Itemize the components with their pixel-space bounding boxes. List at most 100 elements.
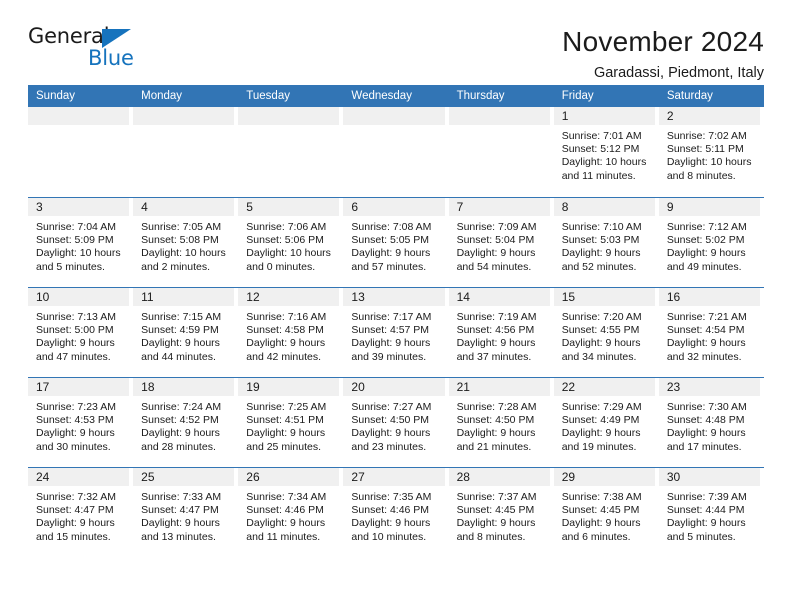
daylight-text: Daylight: 9 hours and 49 minutes. bbox=[666, 247, 746, 273]
day-details: Sunrise: 7:33 AM Sunset: 4:47 PM Daylight:… bbox=[133, 486, 234, 544]
day-cell-empty bbox=[133, 107, 238, 197]
day-details: Sunrise: 7:15 AM Sunset: 4:59 PM Daylight:… bbox=[133, 306, 234, 364]
week-row: 17 Sunrise: 7:23 AM Sunset: 4:53 PM Dayligh… bbox=[28, 377, 764, 467]
daylight-text: Daylight: 9 hours and 15 minutes. bbox=[36, 517, 115, 543]
sunrise-text: Sunrise: 7:20 AM bbox=[561, 311, 642, 323]
day-details: Sunrise: 7:01 AM Sunset: 5:12 PM Daylight:… bbox=[554, 125, 655, 183]
week-row: 24 Sunrise: 7:32 AM Sunset: 4:47 PM Dayligh… bbox=[28, 467, 764, 557]
day-cell-empty bbox=[448, 107, 554, 197]
daylight-text: Daylight: 9 hours and 5 minutes. bbox=[666, 517, 746, 543]
day-number: 23 bbox=[658, 378, 760, 396]
day-cell[interactable]: 1 Sunrise: 7:01 AM Sunset: 5:12 PM Daylight… bbox=[553, 107, 659, 197]
sunset-text: Sunset: 4:45 PM bbox=[561, 504, 640, 517]
day-number: 16 bbox=[658, 288, 760, 306]
week-row: 3 Sunrise: 7:04 AM Sunset: 5:09 PM Daylight… bbox=[28, 197, 764, 287]
sunrise-text: Sunrise: 7:09 AM bbox=[456, 221, 537, 233]
day-cell[interactable]: 2 Sunrise: 7:02 AM Sunset: 5:11 PM Daylight… bbox=[658, 107, 764, 197]
day-cell[interactable]: 22 Sunrise: 7:29 AM Sunset: 4:49 PM Dayligh… bbox=[553, 378, 659, 467]
daylight-text: Daylight: 10 hours and 11 minutes. bbox=[561, 156, 647, 182]
daylight-text: Daylight: 9 hours and 8 minutes. bbox=[456, 517, 536, 543]
sunrise-text: Sunrise: 7:13 AM bbox=[36, 311, 116, 323]
day-cell[interactable]: 9 Sunrise: 7:12 AM Sunset: 5:02 PM Daylight… bbox=[658, 198, 764, 287]
day-cell[interactable]: 13 Sunrise: 7:17 AM Sunset: 4:57 PM Dayligh… bbox=[343, 288, 448, 377]
day-cell[interactable]: 20 Sunrise: 7:27 AM Sunset: 4:50 PM Dayligh… bbox=[343, 378, 448, 467]
day-cell[interactable]: 10 Sunrise: 7:13 AM Sunset: 5:00 PM Dayligh… bbox=[28, 288, 133, 377]
sunset-text: Sunset: 4:47 PM bbox=[141, 504, 219, 517]
sunrise-text: Sunrise: 7:23 AM bbox=[36, 401, 116, 413]
day-cell[interactable]: 6 Sunrise: 7:08 AM Sunset: 5:05 PM Daylight… bbox=[343, 198, 448, 287]
weeks-container: 1 Sunrise: 7:01 AM Sunset: 5:12 PM Daylight… bbox=[28, 107, 764, 557]
daylight-text: Daylight: 10 hours and 5 minutes. bbox=[36, 247, 121, 273]
day-cell[interactable]: 7 Sunrise: 7:09 AM Sunset: 5:04 PM Daylight… bbox=[448, 198, 554, 287]
day-details: Sunrise: 7:10 AM Sunset: 5:03 PM Daylight:… bbox=[554, 216, 655, 274]
day-number: 21 bbox=[448, 378, 550, 396]
day-cell[interactable]: 29 Sunrise: 7:38 AM Sunset: 4:45 PM Dayligh… bbox=[553, 468, 659, 557]
daylight-text: Daylight: 9 hours and 10 minutes. bbox=[351, 517, 431, 543]
day-cell[interactable]: 24 Sunrise: 7:32 AM Sunset: 4:47 PM Dayligh… bbox=[28, 468, 133, 557]
day-number: 29 bbox=[553, 468, 655, 486]
daylight-text: Daylight: 9 hours and 57 minutes. bbox=[351, 247, 431, 273]
day-cell-empty bbox=[238, 107, 343, 197]
day-cell[interactable]: 17 Sunrise: 7:23 AM Sunset: 4:53 PM Dayligh… bbox=[28, 378, 133, 467]
day-number: 26 bbox=[238, 468, 340, 486]
day-details: Sunrise: 7:23 AM Sunset: 4:53 PM Daylight:… bbox=[28, 396, 129, 454]
day-cell[interactable]: 30 Sunrise: 7:39 AM Sunset: 4:44 PM Dayligh… bbox=[658, 468, 764, 557]
sunset-text: Sunset: 4:59 PM bbox=[141, 324, 219, 337]
daylight-text: Daylight: 9 hours and 44 minutes. bbox=[141, 337, 220, 363]
sunrise-text: Sunrise: 7:33 AM bbox=[141, 491, 222, 503]
day-number: 1 bbox=[553, 107, 655, 125]
day-cell[interactable]: 12 Sunrise: 7:16 AM Sunset: 4:58 PM Dayligh… bbox=[238, 288, 343, 377]
sunrise-text: Sunrise: 7:25 AM bbox=[246, 401, 327, 413]
day-details: Sunrise: 7:08 AM Sunset: 5:05 PM Daylight:… bbox=[343, 216, 444, 274]
logo-text-general: General bbox=[28, 24, 110, 48]
day-details: Sunrise: 7:29 AM Sunset: 4:49 PM Daylight:… bbox=[554, 396, 655, 454]
day-cell[interactable]: 27 Sunrise: 7:35 AM Sunset: 4:46 PM Dayligh… bbox=[343, 468, 448, 557]
day-number: 28 bbox=[448, 468, 550, 486]
day-cell[interactable]: 4 Sunrise: 7:05 AM Sunset: 5:08 PM Daylight… bbox=[133, 198, 238, 287]
day-cell[interactable]: 8 Sunrise: 7:10 AM Sunset: 5:03 PM Daylight… bbox=[553, 198, 659, 287]
day-details: Sunrise: 7:35 AM Sunset: 4:46 PM Daylight:… bbox=[343, 486, 444, 544]
weekday-header-sunday: Sunday bbox=[36, 90, 76, 102]
day-cell[interactable]: 18 Sunrise: 7:24 AM Sunset: 4:52 PM Dayligh… bbox=[133, 378, 238, 467]
page-header: General Blue November 2024 Garadassi, Pi… bbox=[28, 0, 764, 82]
day-number bbox=[28, 107, 130, 125]
day-cell[interactable]: 28 Sunrise: 7:37 AM Sunset: 4:45 PM Dayligh… bbox=[448, 468, 554, 557]
day-cell[interactable]: 15 Sunrise: 7:20 AM Sunset: 4:55 PM Dayligh… bbox=[553, 288, 659, 377]
weekday-header-row: Sunday Monday Tuesday Wednesday Thursday Frid… bbox=[28, 85, 764, 107]
daylight-text: Daylight: 10 hours and 0 minutes. bbox=[246, 247, 331, 273]
daylight-text: Daylight: 9 hours and 30 minutes. bbox=[36, 427, 115, 453]
sunset-text: Sunset: 5:04 PM bbox=[456, 234, 535, 247]
day-details: Sunrise: 7:30 AM Sunset: 4:48 PM Daylight:… bbox=[659, 396, 760, 454]
day-cell[interactable]: 19 Sunrise: 7:25 AM Sunset: 4:51 PM Dayligh… bbox=[238, 378, 343, 467]
daylight-text: Daylight: 9 hours and 17 minutes. bbox=[666, 427, 746, 453]
sunset-text: Sunset: 4:49 PM bbox=[561, 414, 640, 427]
day-number bbox=[238, 107, 340, 125]
day-cell[interactable]: 26 Sunrise: 7:34 AM Sunset: 4:46 PM Dayligh… bbox=[238, 468, 343, 557]
day-cell[interactable]: 25 Sunrise: 7:33 AM Sunset: 4:47 PM Dayligh… bbox=[133, 468, 238, 557]
day-details: Sunrise: 7:04 AM Sunset: 5:09 PM Daylight:… bbox=[28, 216, 129, 274]
sunset-text: Sunset: 5:08 PM bbox=[141, 234, 219, 247]
sunrise-text: Sunrise: 7:37 AM bbox=[456, 491, 537, 503]
day-details: Sunrise: 7:20 AM Sunset: 4:55 PM Daylight:… bbox=[554, 306, 655, 364]
day-cell[interactable]: 14 Sunrise: 7:19 AM Sunset: 4:56 PM Dayligh… bbox=[448, 288, 554, 377]
day-details: Sunrise: 7:38 AM Sunset: 4:45 PM Daylight:… bbox=[554, 486, 655, 544]
day-number: 5 bbox=[238, 198, 340, 216]
day-cell[interactable]: 16 Sunrise: 7:21 AM Sunset: 4:54 PM Dayligh… bbox=[658, 288, 764, 377]
sunset-text: Sunset: 4:57 PM bbox=[351, 324, 430, 337]
day-number: 18 bbox=[133, 378, 235, 396]
day-details: Sunrise: 7:39 AM Sunset: 4:44 PM Daylight:… bbox=[659, 486, 760, 544]
day-details: Sunrise: 7:02 AM Sunset: 5:11 PM Daylight:… bbox=[659, 125, 760, 183]
day-number: 24 bbox=[28, 468, 130, 486]
sunrise-text: Sunrise: 7:39 AM bbox=[666, 491, 747, 503]
sunset-text: Sunset: 5:05 PM bbox=[351, 234, 430, 247]
day-details: Sunrise: 7:05 AM Sunset: 5:08 PM Daylight:… bbox=[133, 216, 234, 274]
day-cell[interactable]: 23 Sunrise: 7:30 AM Sunset: 4:48 PM Dayligh… bbox=[658, 378, 764, 467]
day-cell[interactable]: 21 Sunrise: 7:28 AM Sunset: 4:50 PM Dayligh… bbox=[448, 378, 554, 467]
sunrise-text: Sunrise: 7:24 AM bbox=[141, 401, 222, 413]
day-cell[interactable]: 11 Sunrise: 7:15 AM Sunset: 4:59 PM Dayligh… bbox=[133, 288, 238, 377]
day-cell[interactable]: 3 Sunrise: 7:04 AM Sunset: 5:09 PM Daylight… bbox=[28, 198, 133, 287]
generalblue-logo[interactable]: General Blue bbox=[28, 26, 140, 72]
day-cell[interactable]: 5 Sunrise: 7:06 AM Sunset: 5:06 PM Daylight… bbox=[238, 198, 343, 287]
daylight-text: Daylight: 10 hours and 8 minutes. bbox=[666, 156, 752, 182]
sunrise-text: Sunrise: 7:35 AM bbox=[351, 491, 432, 503]
